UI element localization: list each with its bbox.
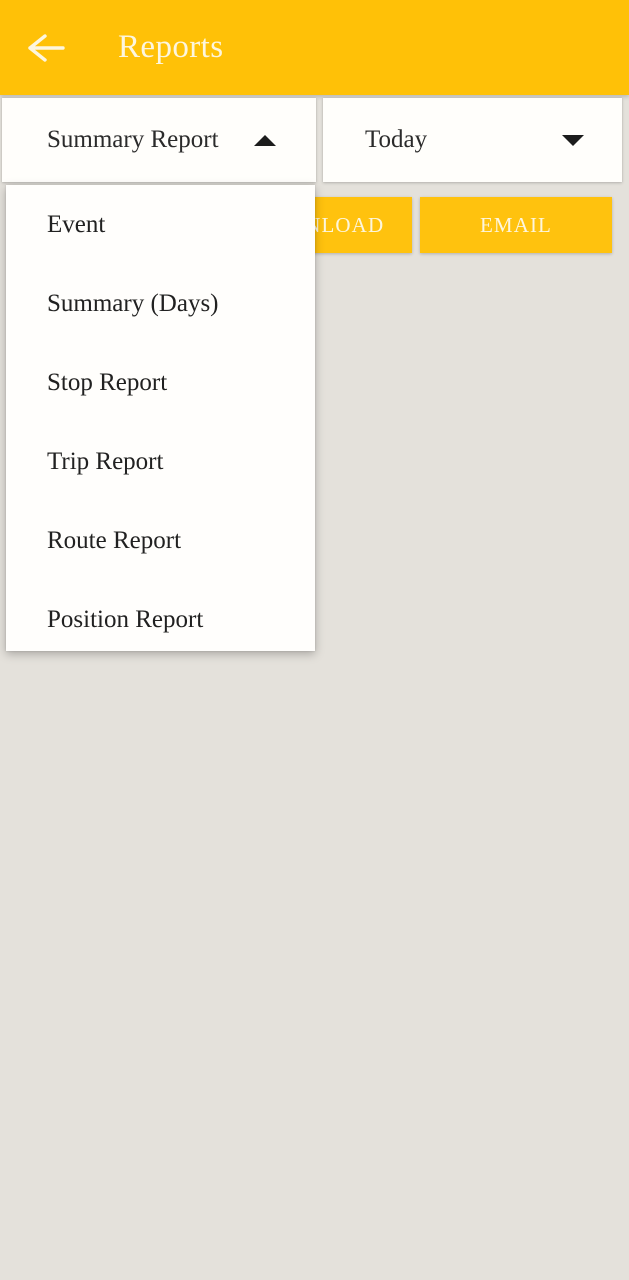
dropdown-item-label: Summary (Days) xyxy=(47,290,219,317)
email-button[interactable]: EMAIL xyxy=(420,197,612,253)
dropdown-item-position-report[interactable]: Position Report xyxy=(6,580,315,651)
caret-up-icon xyxy=(254,135,276,146)
dropdown-item-stop-report[interactable]: Stop Report xyxy=(6,343,315,422)
period-select[interactable]: Today xyxy=(323,98,622,182)
caret-down-icon xyxy=(562,135,584,146)
dropdown-item-label: Route Report xyxy=(47,527,182,554)
period-select-value: Today xyxy=(365,126,428,153)
dropdown-item-event[interactable]: Event xyxy=(6,185,315,264)
report-type-select-value: Summary Report xyxy=(47,126,219,153)
arrow-left-icon[interactable] xyxy=(26,28,68,68)
app-bar: Reports xyxy=(0,0,629,95)
dropdown-item-summary-days[interactable]: Summary (Days) xyxy=(6,264,315,343)
dropdown-item-route-report[interactable]: Route Report xyxy=(6,501,315,580)
dropdown-item-trip-report[interactable]: Trip Report xyxy=(6,422,315,501)
page-title: Reports xyxy=(118,29,224,65)
report-type-select[interactable]: Summary Report xyxy=(2,98,316,182)
dropdown-item-label: Stop Report xyxy=(47,369,168,396)
dropdown-item-label: Trip Report xyxy=(47,448,164,475)
dropdown-item-label: Event xyxy=(47,211,106,238)
dropdown-item-label: Position Report xyxy=(47,606,204,633)
report-type-dropdown-menu[interactable]: Event Summary (Days) Stop Report Trip Re… xyxy=(6,185,315,651)
